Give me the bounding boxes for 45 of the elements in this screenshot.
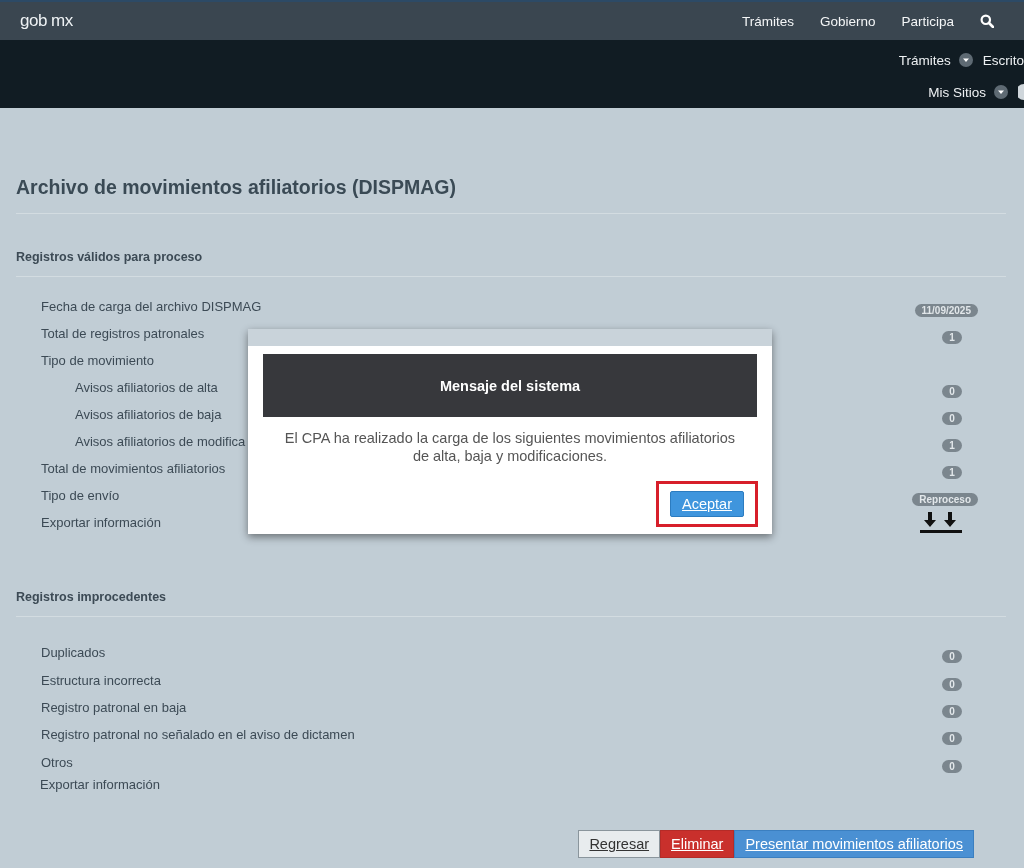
row-label: Registro patronal en baja	[41, 699, 187, 715]
search-icon[interactable]	[980, 14, 994, 28]
sub-nav-link[interactable]: Mis Sitios	[928, 84, 1008, 100]
row-label: Avisos afiliatorios de alta	[75, 380, 218, 395]
action-button[interactable]: Eliminar	[660, 829, 735, 858]
row-label: Registro patronal no señalado en el aviso de dictamen	[41, 727, 355, 743]
export-label: Exportar información	[41, 515, 161, 530]
section-title: Registros improcedentes	[16, 589, 168, 606]
row-label: Estructura incorrecta	[41, 672, 161, 688]
sub-nav-link[interactable]: Trámites	[898, 52, 973, 68]
value-badge: 1	[942, 466, 962, 479]
value-badge: 0	[942, 759, 962, 773]
caret-icon	[958, 53, 973, 67]
download-icon[interactable]	[920, 511, 962, 534]
row-label: Avisos afiliatorios de modifica	[75, 434, 246, 449]
value-badge: 1	[942, 331, 962, 344]
page-title: Archivo de movimientos afiliatorios (DISPMAG)	[16, 175, 457, 200]
site-logo[interactable]: gob mx	[20, 11, 73, 31]
value-badge: 1	[942, 439, 962, 452]
nav-link[interactable]: Participa	[901, 13, 954, 29]
action-button[interactable]: Regresar	[578, 829, 661, 858]
nav-link[interactable]: Gobierno	[819, 13, 876, 29]
value-badge: 0	[942, 677, 962, 691]
value-badge: 0	[942, 650, 962, 664]
section-title: Registros válidos para proceso	[16, 249, 204, 266]
row-label: Fecha de carga del archivo DISPMAG	[41, 299, 262, 314]
value-badge: 11/09/2025	[914, 304, 978, 317]
row-label: Duplicados	[41, 645, 106, 661]
export-label: Exportar información	[40, 777, 160, 793]
row-label: Total de movimientos afiliatorios	[41, 461, 226, 476]
value-badge: 0	[942, 732, 962, 746]
row-label: Otros	[41, 754, 73, 770]
dialog-message: El CPA ha realizado la carga de los siguientes movimientos afiliatorios de alta, baja y modificaciones.	[283, 429, 737, 465]
row-label: Avisos afiliatorios de baja	[75, 407, 222, 422]
value-badge: 0	[942, 412, 962, 425]
row-label: Tipo de envío	[41, 488, 120, 503]
nav-link[interactable]: Trámites	[741, 13, 794, 29]
value-badge: Reproceso	[912, 493, 978, 506]
value-badge: 0	[942, 385, 962, 398]
caret-icon	[994, 85, 1008, 99]
sub-nav-link[interactable]: Escrito	[982, 52, 1024, 68]
row-label: Total de registros patronales	[41, 326, 205, 341]
dialog-title: Mensaje del sistema	[439, 377, 581, 394]
value-badge: 0	[942, 704, 962, 718]
row-label: Tipo de movimiento	[41, 353, 154, 368]
